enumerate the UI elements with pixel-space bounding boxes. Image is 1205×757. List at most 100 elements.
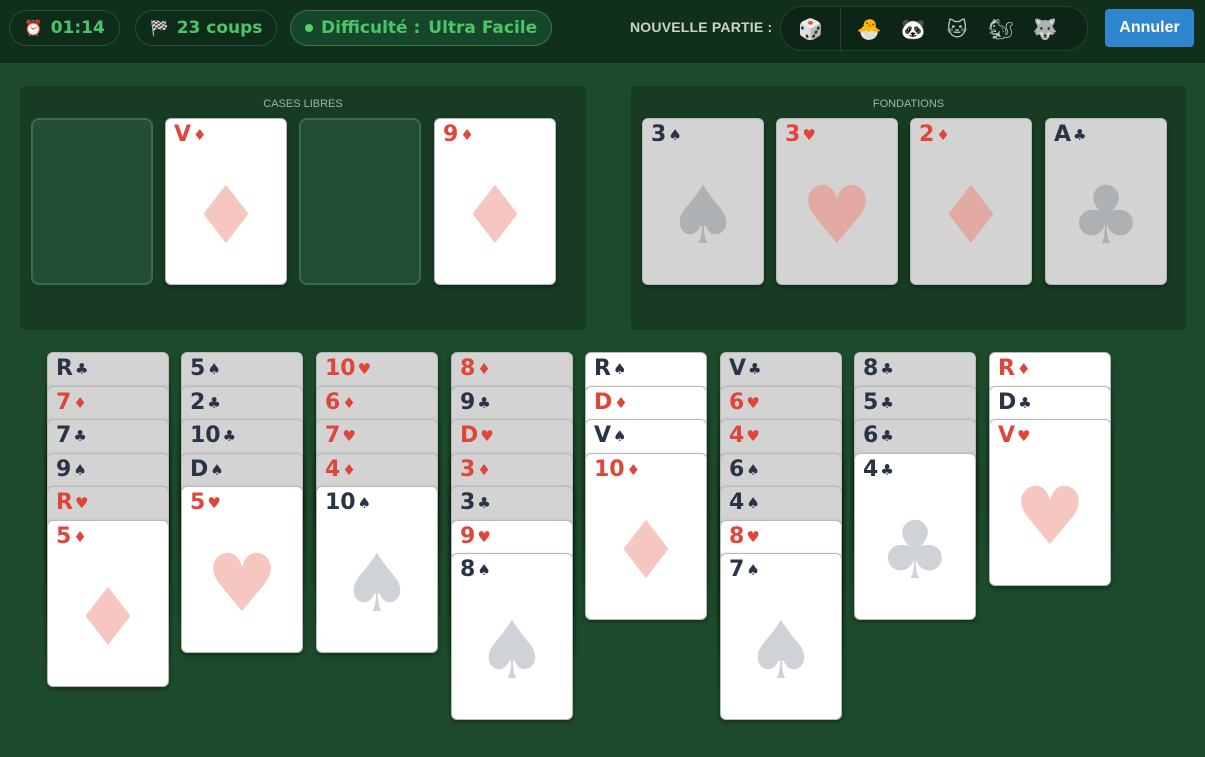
card-rank: V: [174, 122, 192, 147]
club-icon: ♣: [74, 360, 89, 378]
diamond-icon: ♦: [190, 169, 262, 262]
card-rank: 9: [460, 389, 476, 415]
timer-value: 01:14: [50, 18, 105, 38]
cat-icon[interactable]: 🐱: [935, 7, 979, 51]
card-corner: V ♦: [174, 121, 206, 149]
card-corner: 2 ♣: [190, 389, 221, 417]
chick-icon[interactable]: 🐣: [847, 7, 891, 51]
card-rank: 3: [460, 490, 476, 515]
card-corner: 8 ♠: [460, 556, 491, 584]
new-game-mode-group: 🎲 🐣 🐼 🐱 🐿 🐺: [780, 6, 1088, 51]
playing-card[interactable]: 4 ♣ ♣: [854, 452, 976, 620]
card-rank: 3: [785, 122, 801, 147]
diamond-icon: ♦: [1016, 360, 1031, 378]
card-corner: 6 ♦: [325, 389, 356, 417]
card-rank: 3: [460, 456, 476, 482]
heart-icon: ♥: [342, 427, 356, 445]
heart-icon: ♥: [74, 494, 89, 512]
diamond-icon: ♦: [193, 126, 207, 144]
playing-card[interactable]: 5 ♥ ♥: [181, 486, 303, 653]
card-corner: R ♦: [998, 355, 1030, 383]
undo-button[interactable]: Annuler: [1105, 9, 1194, 47]
card-rank: V: [594, 423, 612, 448]
club-icon: ♣: [1073, 126, 1087, 144]
spade-icon: ♠: [746, 494, 760, 512]
card-rank: D: [190, 456, 209, 482]
card-rank: 6: [325, 389, 341, 415]
card-corner: 4 ♥: [729, 422, 760, 450]
playing-card[interactable]: 7 ♠ ♠: [720, 553, 842, 720]
playing-card[interactable]: 2 ♦ ♦: [910, 118, 1032, 285]
diamond-icon: ♦: [477, 360, 491, 378]
card-corner: 6 ♣: [863, 422, 894, 450]
card-rank: 7: [56, 423, 72, 448]
card-corner: 9 ♣: [460, 389, 491, 417]
card-corner: V ♠: [594, 422, 626, 450]
spade-icon: ♠: [341, 537, 413, 630]
diamond-icon: ♦: [73, 527, 87, 546]
squirrel-icon[interactable]: 🐿: [979, 7, 1023, 51]
card-rank: 10: [594, 456, 625, 482]
playing-card[interactable]: V ♦ ♦: [165, 118, 287, 285]
diamond-icon: ♦: [460, 126, 474, 144]
wolf-icon[interactable]: 🐺: [1023, 7, 1067, 51]
spade-icon: ♠: [668, 126, 682, 144]
heart-icon: ♥: [357, 360, 372, 378]
free-cells-title: CASES LIBRES: [263, 98, 343, 110]
playing-card[interactable]: 3 ♥ ♥: [776, 118, 898, 285]
top-bar: ⏰ 01:14 🏁 23 coups Difficulté : Ultra Fa…: [0, 0, 1205, 63]
card-corner: D ♠: [190, 456, 224, 484]
alarm-clock-icon: ⏰: [24, 19, 43, 37]
playing-card[interactable]: 10 ♦ ♦: [585, 452, 707, 620]
card-corner: 7 ♥: [325, 422, 356, 450]
free-cell-slot[interactable]: [299, 118, 421, 285]
spade-icon: ♠: [207, 360, 221, 378]
card-corner: 10 ♦: [594, 456, 640, 484]
card-rank: R: [594, 356, 611, 381]
free-cell-slot[interactable]: [31, 118, 153, 285]
card-rank: 7: [56, 389, 72, 415]
card-rank: 4: [863, 456, 879, 482]
card-corner: 5 ♠: [190, 355, 221, 383]
playing-card[interactable]: A ♣ ♣: [1045, 118, 1167, 285]
card-corner: R ♣: [56, 355, 88, 383]
difficulty-badge: Difficulté : Ultra Facile: [290, 10, 553, 46]
diamond-icon: ♦: [935, 169, 1007, 262]
card-rank: 7: [325, 423, 341, 448]
club-icon: ♣: [879, 503, 951, 597]
card-rank: R: [56, 490, 73, 515]
playing-card[interactable]: 8 ♠ ♠: [451, 553, 573, 720]
playing-card[interactable]: 9 ♦ ♦: [434, 118, 556, 285]
card-corner: R ♠: [594, 355, 626, 383]
status-dot-icon: [305, 24, 313, 32]
playing-card[interactable]: 5 ♦ ♦: [47, 519, 169, 687]
random-dice-icon[interactable]: 🎲: [781, 6, 841, 51]
card-rank: 4: [729, 423, 745, 448]
spade-icon: ♠: [477, 561, 491, 579]
playing-card[interactable]: 10 ♠ ♠: [316, 486, 438, 653]
club-icon: ♣: [880, 460, 894, 479]
card-corner: 4 ♣: [863, 456, 894, 484]
card-corner: 3 ♠: [651, 121, 682, 149]
spade-icon: ♠: [476, 604, 548, 697]
panda-icon[interactable]: 🐼: [891, 7, 935, 51]
card-rank: 5: [56, 523, 72, 549]
card-rank: 4: [729, 490, 745, 515]
card-corner: 5 ♦: [56, 523, 87, 551]
diamond-icon: ♦: [73, 393, 87, 412]
spade-icon: ♠: [613, 427, 627, 445]
playing-card[interactable]: 3 ♠ ♠: [642, 118, 764, 285]
card-rank: A: [1054, 122, 1072, 147]
spade-icon: ♠: [667, 169, 739, 262]
card-corner: 2 ♦: [919, 121, 950, 149]
card-corner: D ♣: [998, 389, 1032, 417]
club-icon: ♣: [880, 427, 894, 445]
card-corner: 3 ♣: [460, 489, 491, 517]
difficulty-label: Difficulté :: [321, 18, 421, 38]
heart-icon: ♥: [801, 169, 873, 262]
checkered-flag-icon: 🏁: [150, 19, 169, 37]
club-icon: ♣: [207, 393, 221, 412]
diamond-icon: ♦: [936, 126, 950, 144]
playing-card[interactable]: V ♥ ♥: [989, 419, 1111, 586]
heart-icon: ♥: [477, 527, 491, 546]
